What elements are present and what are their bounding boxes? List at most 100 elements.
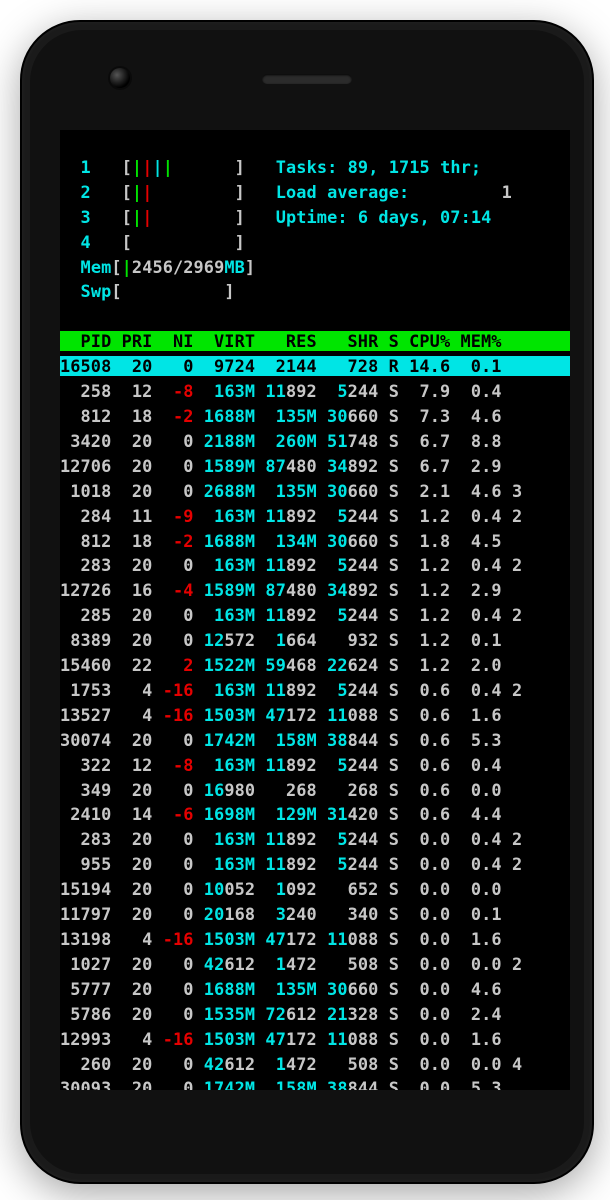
terminal-screen[interactable]: 1 [|||| ] Tasks: 89, 1715 thr; 2 [|| ] L… <box>60 130 570 1090</box>
 <box>255 630 276 650</box>
pri: 20 <box>111 431 152 451</box>
process-row[interactable]: 11797 20 0 20168 3240 340 S 0.0 0.1 <box>60 904 502 924</box>
process-row[interactable]: 322 12 -8 163M 11892 5244 S 0.6 0.4 <box>60 755 502 775</box>
pri: 20 <box>111 979 152 999</box>
process-row[interactable]: 12706 20 0 1589M 87480 34892 S 6.7 2.9 <box>60 456 502 476</box>
: 572 <box>224 630 255 650</box>
process-row[interactable]: 5786 20 0 1535M 72612 21328 S 0.0 2.4 <box>60 1004 502 1024</box>
: 472 <box>286 954 317 974</box>
: ] <box>224 281 234 301</box>
uptime-label: Uptime: <box>276 207 358 227</box>
: 268 <box>286 780 317 800</box>
process-row[interactable]: 5777 20 0 1688M 135M 30660 S 0.0 4.6 <box>60 979 502 999</box>
process-row[interactable]: 258 12 -8 163M 11892 5244 S 7.9 0.4 <box>60 381 502 401</box>
: 660 <box>348 979 379 999</box>
res: 158M <box>255 730 317 750</box>
pid: 285 <box>60 605 111 625</box>
ni: 0 <box>152 879 193 899</box>
: 340 <box>348 904 379 924</box>
process-row[interactable]: 13198 4 -16 1503M 47172 11088 S 0.0 1.6 <box>60 929 502 949</box>
cpu: 0.0 <box>399 854 450 874</box>
mem: 1.6 <box>450 929 501 949</box>
pri: 4 <box>111 705 152 725</box>
: 5 <box>337 680 347 700</box>
process-row[interactable]: 1753 4 -16 163M 11892 5244 S 0.6 0.4 2 <box>60 680 522 700</box>
process-row[interactable]: 30074 20 0 1742M 158M 38844 S 0.6 5.3 <box>60 730 502 750</box>
process-row[interactable]: 955 20 0 163M 11892 5244 S 0.0 0.4 2 <box>60 854 522 874</box>
process-row[interactable]: 30093 20 0 1742M 158M 38844 S 0.0 5.3 <box>60 1078 502 1090</box>
ni: 0 <box>152 730 193 750</box>
cpu-open: [ <box>122 157 132 177</box>
process-row[interactable]: 283 20 0 163M 11892 5244 S 0.0 0.4 2 <box>60 829 522 849</box>
process-row[interactable]: 15460 22 2 1522M 59468 22624 S 1.2 2.0 <box>60 655 502 675</box>
res: 135M <box>255 406 317 426</box>
ni: 0 <box>152 630 193 650</box>
process-row[interactable]: 12726 16 -4 1589M 87480 34892 S 1.2 2.9 <box>60 580 502 600</box>
cpu-id: 4 <box>81 232 91 252</box>
state: S <box>389 630 399 650</box>
cpu: 1.2 <box>399 630 450 650</box>
res: 135M <box>255 481 317 501</box>
pid: 13527 <box>60 705 111 725</box>
process-row-selected[interactable]: 16508 20 0 9724 2144 728 R 14.6 0.1 <box>60 356 570 376</box>
process-header[interactable]: PID PRI NI VIRT RES SHR S CPU% MEM% <box>60 331 570 351</box>
: 892 <box>286 381 317 401</box>
process-row[interactable]: 3420 20 0 2188M 260M 51748 S 6.7 8.8 <box>60 431 502 451</box>
: 892 <box>348 580 379 600</box>
process-row[interactable]: 12993 4 -16 1503M 47172 11088 S 0.0 1.6 <box>60 1029 502 1049</box>
cpu-bar-seg: | <box>163 157 173 177</box>
: 660 <box>348 481 379 501</box>
res: 129M <box>255 804 317 824</box>
pid: 258 <box>60 381 111 401</box>
process-row[interactable]: 283 20 0 163M 11892 5244 S 1.2 0.4 2 <box>60 555 522 575</box>
pri: 20 <box>111 904 152 924</box>
ni: -16 <box>152 1029 193 1049</box>
: 42 <box>204 1054 225 1074</box>
mem: 0.4 <box>450 755 501 775</box>
process-row[interactable]: 2410 14 -6 1698M 129M 31420 S 0.6 4.4 <box>60 804 502 824</box>
pid: 8389 <box>60 630 111 650</box>
pri: 20 <box>111 456 152 476</box>
: 892 <box>286 854 317 874</box>
mem-bar: | <box>122 257 132 277</box>
state: S <box>389 904 399 924</box>
: 34 <box>327 456 348 476</box>
pid: 1027 <box>60 954 111 974</box>
process-row[interactable]: 15194 20 0 10052 1092 652 S 0.0 0.0 <box>60 879 502 899</box>
process-row[interactable]: 1027 20 0 42612 1472 508 S 0.0 0.0 2 <box>60 954 522 974</box>
state: S <box>389 406 399 426</box>
 <box>255 555 265 575</box>
: 22 <box>327 655 348 675</box>
process-row[interactable]: 285 20 0 163M 11892 5244 S 1.2 0.4 2 <box>60 605 522 625</box>
mem: 0.4 <box>450 381 501 401</box>
state: S <box>389 979 399 999</box>
ni: -4 <box>152 580 193 600</box>
cpu-open: [ <box>122 207 132 227</box>
process-row[interactable]: 13527 4 -16 1503M 47172 11088 S 0.6 1.6 <box>60 705 502 725</box>
process-row[interactable]: 812 18 -2 1688M 134M 30660 S 1.8 4.5 <box>60 531 502 551</box>
virt: 1589M <box>194 456 256 476</box>
: 508 <box>348 1054 379 1074</box>
pid: 3420 <box>60 431 111 451</box>
pri: 12 <box>111 381 152 401</box>
process-row[interactable]: 349 20 0 16980 268 268 S 0.6 0.0 <box>60 780 502 800</box>
virt: 1698M <box>194 804 256 824</box>
mem: 2.9 <box>450 456 501 476</box>
process-row[interactable]: 284 11 -9 163M 11892 5244 S 1.2 0.4 2 <box>60 506 522 526</box>
cpu-id: 2 <box>81 182 91 202</box>
cpu: 0.0 <box>399 1078 450 1090</box>
: 612 <box>224 954 255 974</box>
process-row[interactable]: 260 20 0 42612 1472 508 S 0.0 0.0 4 <box>60 1054 522 1074</box>
pid: 5777 <box>60 979 111 999</box>
: 748 <box>348 431 379 451</box>
cpu-bar-seg: | <box>142 157 152 177</box>
process-row[interactable]: 812 18 -2 1688M 135M 30660 S 7.3 4.6 <box>60 406 502 426</box>
process-row[interactable]: 1018 20 0 2688M 135M 30660 S 2.1 4.6 3 <box>60 481 522 501</box>
cpu-close: ] <box>235 207 245 227</box>
: 12 <box>204 630 225 650</box>
: 30 <box>327 406 348 426</box>
pid: 13198 <box>60 929 111 949</box>
state: S <box>389 1078 399 1090</box>
process-row[interactable]: 8389 20 0 12572 1664 932 S 1.2 0.1 <box>60 630 502 650</box>
: 38 <box>327 1078 348 1090</box>
